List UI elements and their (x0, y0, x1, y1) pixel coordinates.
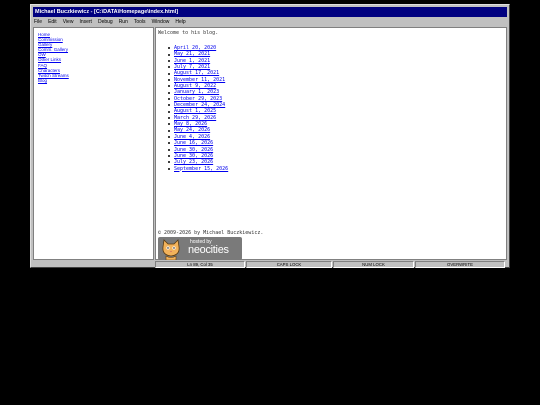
editor-window: Michael Buczkiewicz - [C:\DATA\Homepage\… (30, 4, 510, 268)
blog-post-link[interactable]: June 30, 2026 (174, 153, 213, 159)
blog-post-link[interactable]: July 7, 2021 (174, 64, 210, 70)
menu-debug[interactable]: Debug (98, 18, 113, 27)
blog-post-link[interactable]: August 1, 2025 (174, 108, 216, 114)
status-bar: Ln 89, Col 35 CAPS LOCK NUM LOCK OVERWRI… (155, 261, 507, 268)
blog-post-link[interactable]: May 24, 2026 (174, 127, 210, 133)
copyright-text: © 2009-2026 by Michael Buczkiewicz. (158, 230, 264, 236)
menu-edit[interactable]: Edit (48, 18, 57, 27)
blog-post-list: April 20, 2020 May 21, 2021 June 1, 2021 Ju… (168, 45, 228, 172)
blog-post-link[interactable]: January 1, 2023 (174, 89, 219, 95)
blog-post-link[interactable]: June 16, 2026 (174, 140, 213, 146)
blog-post-link[interactable]: July 23, 2026 (174, 159, 213, 165)
blog-post-link[interactable]: June 30, 2026 (174, 147, 213, 153)
blog-post-link[interactable]: October 29, 2023 (174, 96, 222, 102)
main-content: Welcome to his blog. April 20, 2020 May 2… (155, 27, 507, 260)
sidebar-link[interactable]: Blog (34, 78, 153, 83)
sidebar-nav: Home Commission Gallery Comm. Gallery OW Othe… (33, 27, 154, 260)
blog-post-link[interactable]: August 9, 2022 (174, 83, 216, 89)
blog-post-link[interactable]: June 4, 2026 (174, 134, 210, 140)
overwrite-indicator: OVERWRITE (415, 261, 505, 268)
num-lock-indicator: NUM LOCK (333, 261, 414, 268)
blog-post-link[interactable]: December 24, 2024 (174, 102, 225, 108)
neocities-badge[interactable]: hosted by neocities (158, 237, 242, 260)
caps-lock-indicator: CAPS LOCK (246, 261, 332, 268)
blog-post-link[interactable]: April 20, 2020 (174, 45, 216, 51)
menu-window[interactable]: Window (152, 18, 170, 27)
sidebar-link-list: Home Commission Gallery Comm. Gallery OW Othe… (34, 28, 153, 83)
menu-file[interactable]: File (34, 18, 42, 27)
menu-tools[interactable]: Tools (134, 18, 146, 27)
menu-insert[interactable]: Insert (79, 18, 92, 27)
blog-post-item: September 15, 2026 (168, 166, 228, 172)
neocities-wordmark: neocities (188, 244, 229, 256)
blog-post-link[interactable]: September 15, 2026 (174, 166, 228, 172)
title-bar: Michael Buczkiewicz - [C:\DATA\Homepage\… (33, 7, 507, 17)
menu-run[interactable]: Run (119, 18, 128, 27)
blog-post-link[interactable]: May 21, 2021 (174, 51, 210, 57)
menu-view[interactable]: View (63, 18, 74, 27)
neocities-cat-icon (162, 239, 180, 260)
blog-post-link[interactable]: August 17, 2021 (174, 70, 219, 76)
welcome-text: Welcome to his blog. (158, 30, 219, 36)
blog-post-link[interactable]: March 29, 2026 (174, 115, 216, 121)
blog-post-link[interactable]: June 1, 2021 (174, 58, 210, 64)
menu-bar: File Edit View Insert Debug Run Tools Window Hel… (33, 18, 507, 27)
blog-post-link[interactable]: November 11, 2021 (174, 77, 225, 83)
cursor-position: Ln 89, Col 35 (155, 261, 245, 268)
menu-help[interactable]: Help (175, 18, 185, 27)
blog-post-link[interactable]: May 8, 2026 (174, 121, 207, 127)
